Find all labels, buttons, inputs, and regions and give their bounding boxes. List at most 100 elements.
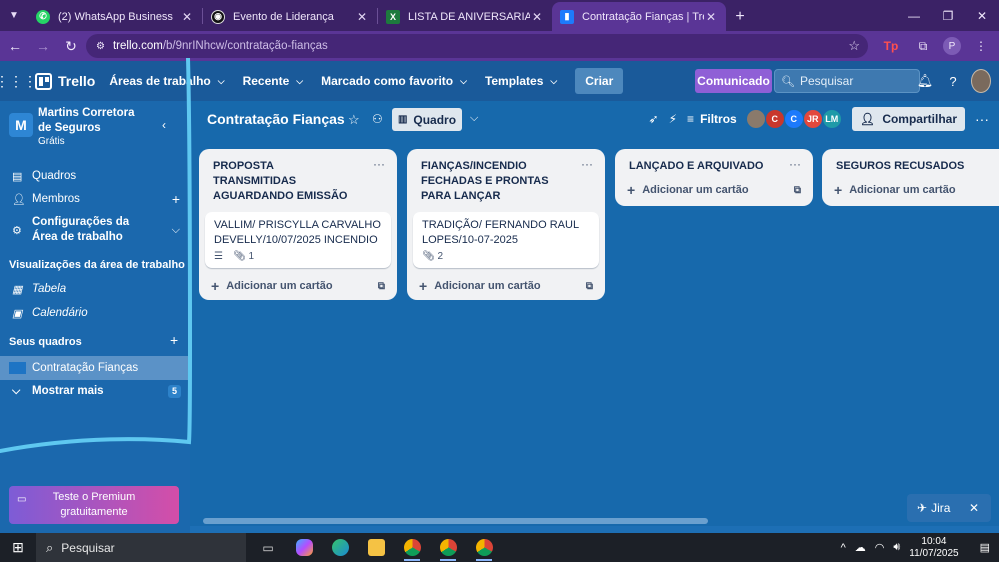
member-avatar[interactable] <box>745 109 766 129</box>
windows-start-icon[interactable]: ⊞ <box>0 533 36 562</box>
add-board-icon[interactable]: + <box>170 332 178 348</box>
card[interactable]: TRADIÇÃO/ FERNANDO RAUL LOPES/10-07-2025… <box>413 212 599 268</box>
close-icon[interactable]: ✕ <box>969 501 979 515</box>
extension-tp-icon[interactable]: Tp <box>879 34 903 58</box>
chrome-icon[interactable] <box>430 533 466 562</box>
edge-icon[interactable] <box>322 533 358 562</box>
close-icon[interactable]: ✕ <box>704 10 718 24</box>
collapse-sidebar-icon[interactable]: ‹ <box>162 118 166 132</box>
extensions-puzzle-icon[interactable]: ⧉ <box>911 34 935 58</box>
nav-recente[interactable]: Recente ⌵ <box>243 74 304 88</box>
share-button[interactable]: 👤︎ Compartilhar <box>851 107 965 131</box>
list-actions-icon[interactable]: ··· <box>789 157 801 171</box>
help-icon[interactable]: ? <box>943 69 963 93</box>
workspace-plan: Grátis <box>38 136 65 147</box>
browser-menu-icon[interactable]: ⋮ <box>969 34 993 58</box>
announcement-button[interactable]: Comunicado <box>695 69 772 93</box>
app-switcher-icon[interactable]: ⋮⋮⋮ <box>0 61 37 101</box>
close-icon[interactable]: ✕ <box>355 10 369 24</box>
volume-icon[interactable]: 🔊︎ <box>893 541 900 554</box>
jira-widget[interactable]: ✈︎ Jira ✕ <box>907 494 991 522</box>
sidebar-item-quadros[interactable]: ▤ Quadros <box>0 164 190 188</box>
visibility-icon[interactable]: ⚇ <box>372 112 383 126</box>
url-input[interactable]: ⚙ trello.com/b/9nrINhcw/contratação-fian… <box>86 34 868 58</box>
member-avatar[interactable]: C <box>764 109 785 129</box>
task-view-icon[interactable]: ▭ <box>250 533 286 562</box>
site-info-icon[interactable]: ⚙ <box>96 41 105 52</box>
sidebar-view-calendario[interactable]: ▣ Calendário <box>0 301 190 325</box>
show-more-boards[interactable]: ⌵ Mostrar mais 5 <box>0 379 190 403</box>
add-card-label: Adicionar um cartão <box>434 280 541 292</box>
list-title[interactable]: SEGUROS RECUSADOS <box>822 149 992 174</box>
browser-tab-evento[interactable]: ◉ Evento de Liderança ✕ <box>203 2 377 31</box>
notifications-icon[interactable]: ▤ <box>980 541 990 554</box>
card-template-icon[interactable]: ⧉ <box>794 185 801 196</box>
browser-tab-trello[interactable]: ▮ Contratação Fianças | Trello ✕ <box>552 2 726 31</box>
list-title[interactable]: FIANÇAS/INCENDIO FECHADAS E PRONTAS PARA… <box>407 149 577 204</box>
trello-logo[interactable]: Trello <box>35 72 95 90</box>
member-avatar[interactable]: LM <box>821 109 842 129</box>
card-template-icon[interactable]: ⧉ <box>378 281 385 292</box>
workspace-avatar: M <box>9 113 33 137</box>
nav-areas-de-trabalho[interactable]: Áreas de trabalho ⌵ <box>109 74 224 88</box>
card[interactable]: VALLIM/ PRISCYLLA CARVALHO DEVELLY/10/07… <box>205 212 391 268</box>
chrome-second-profile-icon[interactable] <box>466 533 502 562</box>
restore-icon[interactable]: ❐ <box>931 0 965 31</box>
sidebar-view-tabela[interactable]: ▦ Tabela <box>0 277 190 301</box>
notifications-bell-icon[interactable]: 🔔︎ <box>915 69 935 93</box>
sidebar-item-membros[interactable]: 👤︎ Membros + <box>0 187 190 211</box>
list-actions-icon[interactable]: ··· <box>581 157 593 171</box>
profile-avatar-icon[interactable]: P <box>943 37 961 55</box>
nav-favoritos[interactable]: Marcado como favorito ⌵ <box>321 74 467 88</box>
board-view-button[interactable]: ▥ Quadro <box>392 108 462 131</box>
user-avatar[interactable] <box>971 69 991 93</box>
power-ups-rocket-icon[interactable]: ➶ <box>649 112 659 126</box>
wifi-icon[interactable]: ◠ <box>875 541 885 554</box>
new-tab-button[interactable]: + <box>726 2 754 31</box>
file-explorer-icon[interactable] <box>358 533 394 562</box>
card-template-icon[interactable]: ⧉ <box>586 281 593 292</box>
close-window-icon[interactable]: ✕ <box>965 0 999 31</box>
board-horizontal-scrollbar[interactable] <box>203 518 708 524</box>
tray-overflow-chevron-icon[interactable]: ^ <box>841 542 846 554</box>
list-actions-icon[interactable]: ··· <box>373 157 385 171</box>
board-title[interactable]: Contratação Fianças <box>207 111 345 127</box>
views-dropdown-chevron-icon[interactable]: ⌵ <box>470 112 478 125</box>
create-button[interactable]: Criar <box>575 68 624 94</box>
list-title[interactable]: PROPOSTA TRANSMITIDAS AGUARDANDO EMISSÃO <box>199 149 369 204</box>
add-card-button[interactable]: + Adicionar um cartão ⧉ <box>407 272 605 300</box>
minimize-icon[interactable]: — <box>897 0 931 31</box>
nav-templates[interactable]: Templates ⌵ <box>485 74 557 88</box>
sidebar-board-contratacao-fiancas[interactable]: Contratação Fianças <box>0 356 190 380</box>
clock[interactable]: 10:04 11/07/2025 <box>909 536 967 560</box>
bookmark-star-icon[interactable]: ☆ <box>848 38 860 54</box>
tab-search-icon[interactable]: ▼ <box>0 0 28 31</box>
cloud-icon[interactable]: ☁ <box>855 541 866 554</box>
browser-tab-whatsapp[interactable]: ✆ (2) WhatsApp Business ✕ <box>28 2 202 31</box>
search-input[interactable]: 🔍︎ Pesquisar <box>774 69 920 93</box>
automation-bolt-icon[interactable]: ⚡︎ <box>669 112 677 126</box>
sidebar-item-configuracoes[interactable]: ⚙ Configurações da Área de trabalho ⌵ <box>0 213 190 247</box>
board-menu-icon[interactable]: ··· <box>975 111 989 127</box>
forward-icon[interactable]: → <box>30 33 56 59</box>
member-avatar[interactable]: JR <box>802 109 823 129</box>
premium-trial-button[interactable]: ▭ Teste o Premium gratuitamente <box>9 486 179 524</box>
add-card-button[interactable]: + Adicionar um cartão ⧉ <box>199 272 397 300</box>
close-icon[interactable]: ✕ <box>530 10 544 24</box>
reload-icon[interactable]: ↻ <box>58 33 84 59</box>
close-icon[interactable]: ✕ <box>180 10 194 24</box>
chrome-profile-p-icon[interactable] <box>394 533 430 562</box>
member-avatar[interactable]: C <box>783 109 804 129</box>
copilot-icon[interactable] <box>286 533 322 562</box>
filters-button[interactable]: ≡ Filtros <box>687 112 737 126</box>
taskbar-search[interactable]: ⌕ Pesquisar <box>36 533 246 562</box>
list-title[interactable]: LANÇADO E ARQUIVADO <box>615 149 785 174</box>
star-icon[interactable]: ☆ <box>348 112 360 128</box>
add-card-button[interactable]: + Adicionar um cartão <box>822 176 999 204</box>
back-icon[interactable]: ← <box>2 33 28 59</box>
browser-tab-excel[interactable]: X LISTA DE ANIVERSARIANTES AT ✕ <box>378 2 552 31</box>
jira-icon: ✈︎ <box>917 501 928 515</box>
nav-label: Recente <box>242 74 290 88</box>
add-member-icon[interactable]: + <box>172 191 180 207</box>
add-card-button[interactable]: + Adicionar um cartão ⧉ <box>615 176 813 204</box>
